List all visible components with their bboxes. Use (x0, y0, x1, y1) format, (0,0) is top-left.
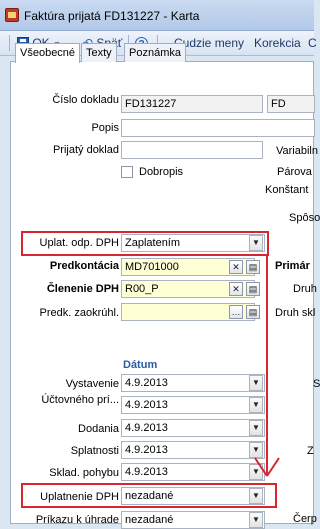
invoice-app-icon (5, 8, 19, 22)
description-field[interactable] (121, 119, 315, 137)
document-number-label: Číslo dokladu (52, 94, 119, 106)
delivery-date-field[interactable]: 4.9.2013 (121, 419, 265, 437)
pairing-label: Párova (277, 166, 312, 178)
tab-vseobecne[interactable]: Všeobecné (15, 43, 81, 63)
document-series-field[interactable]: FD (267, 95, 315, 113)
due-date-label: Splatnosti (70, 445, 119, 457)
accounting-date-label: Účtovného prí... (41, 394, 119, 406)
stock-movement-date-field[interactable]: 4.9.2013 (121, 463, 265, 481)
posting-template-label: Predkontácia (49, 260, 119, 272)
clear-icon[interactable]: ✕ (229, 282, 243, 296)
vat-classification-label: Členenie DPH (46, 283, 119, 295)
warehouse-type-label: Druh skl (275, 307, 316, 319)
tab-texty[interactable]: Texty (81, 43, 117, 62)
tab-poznamka[interactable]: Poznámka (124, 43, 186, 62)
correction-button[interactable]: Korekcia (254, 35, 301, 51)
constant-symbol-label: Konštant (265, 184, 309, 196)
payment-order-select[interactable]: nezadané (121, 511, 265, 529)
window-title: Faktúra prijatá FD131227 - Karta (24, 9, 200, 23)
right-label-z: Z (307, 445, 314, 457)
received-document-field[interactable] (121, 141, 263, 159)
draw-label: Čerp (293, 513, 317, 525)
stock-movement-date-label: Sklad. pohybu (49, 467, 119, 479)
due-date-field[interactable]: 4.9.2013 (121, 441, 265, 459)
highlight-frame (21, 231, 269, 256)
delivery-date-label: Dodania (78, 423, 119, 435)
toolbar-grip (9, 35, 10, 51)
highlight-frame (21, 483, 277, 508)
date-section-header: Dátum (123, 359, 158, 371)
document-number-field[interactable]: FD131227 (121, 95, 263, 113)
description-label: Popis (91, 122, 119, 134)
received-document-label: Prijatý doklad (52, 144, 119, 156)
form-panel: Všeobecné Texty Poznámka Číslo dokladu F… (10, 43, 320, 529)
issue-date-label: Vystavenie (65, 378, 119, 390)
payment-order-label: Príkazu k úhrade (35, 514, 119, 526)
issue-date-field[interactable]: 4.9.2013 (121, 374, 265, 392)
arrow-down-icon (254, 256, 280, 477)
title-bar: Faktúra prijatá FD131227 - Karta (0, 0, 314, 31)
credit-note-label: Dobropis (139, 166, 184, 178)
more-toolbar-button[interactable]: C (308, 35, 317, 51)
rounding-template-label: Predk. zaokrúhl. (39, 307, 119, 319)
right-label-s: S (313, 378, 320, 390)
accounting-date-field[interactable]: 4.9.2013 (121, 396, 265, 414)
credit-note-checkbox[interactable] (121, 166, 133, 178)
variable-symbol-label: Variabiln (276, 145, 318, 157)
type-label: Druh (293, 283, 317, 295)
clear-icon[interactable]: ✕ (229, 260, 243, 274)
payment-method-label: Spôso (289, 212, 320, 224)
chevron-down-icon[interactable]: ▼ (249, 512, 263, 528)
more-icon[interactable]: … (229, 305, 243, 319)
